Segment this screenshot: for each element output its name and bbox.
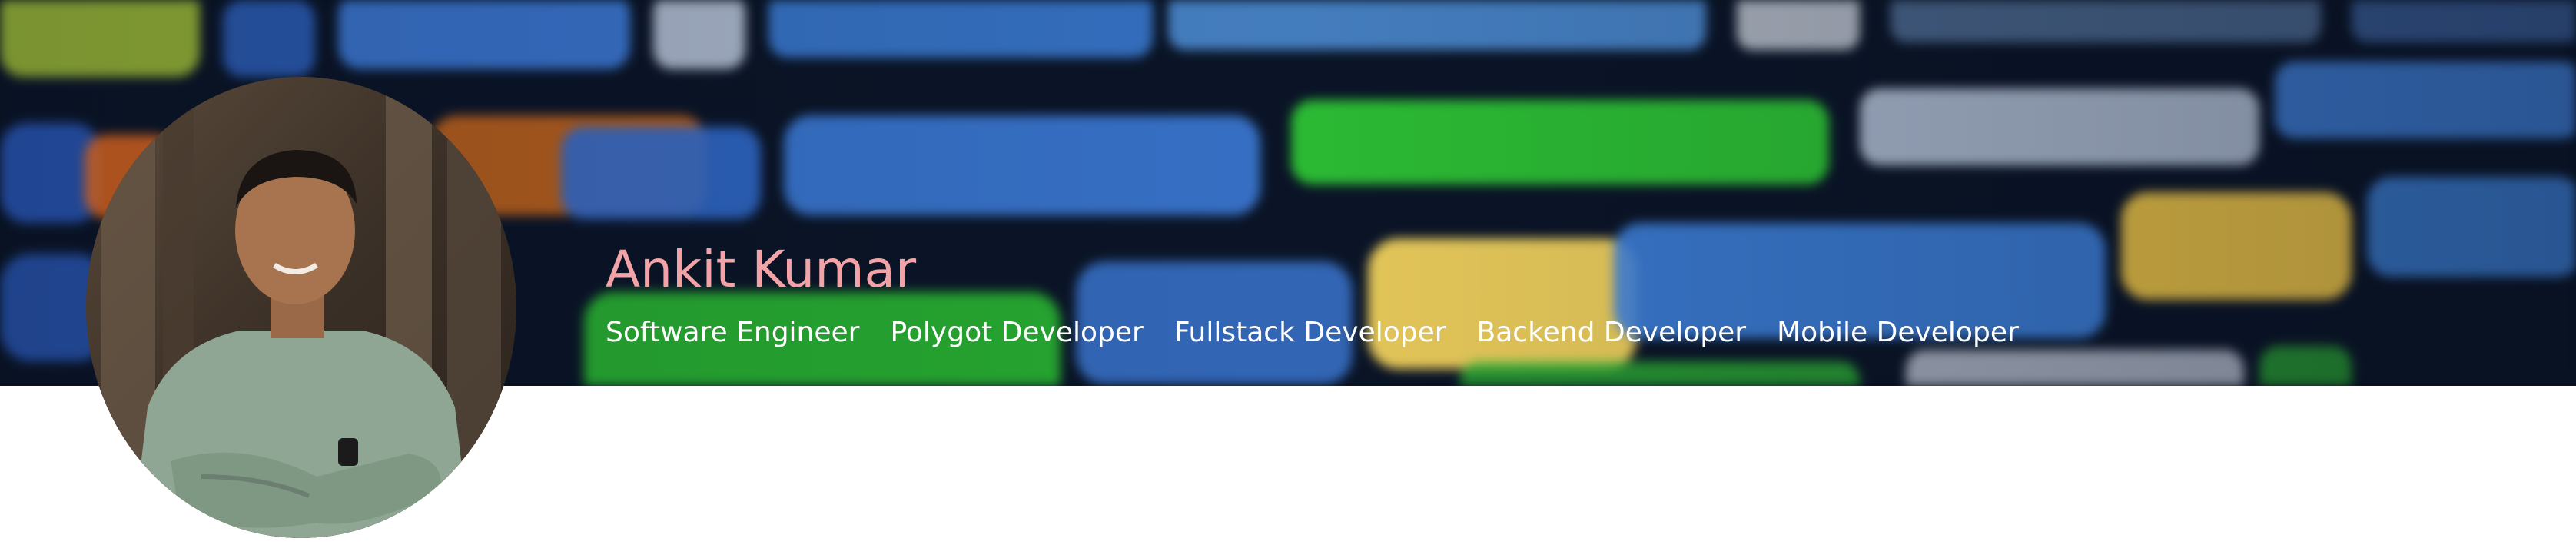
role-item: Backend Developer: [1476, 317, 1747, 348]
profile-photo: [86, 77, 516, 538]
role-item: Polygot Developer: [890, 317, 1144, 348]
role-item: Software Engineer: [606, 317, 860, 348]
profile-avatar: [86, 77, 516, 538]
profile-page: Ankit Kumar Software Engineer Polygot De…: [0, 0, 2576, 555]
role-list: Software Engineer Polygot Developer Full…: [606, 317, 2019, 348]
role-item: Mobile Developer: [1777, 317, 2019, 348]
role-item: Fullstack Developer: [1173, 317, 1446, 348]
profile-name: Ankit Kumar: [606, 240, 917, 299]
